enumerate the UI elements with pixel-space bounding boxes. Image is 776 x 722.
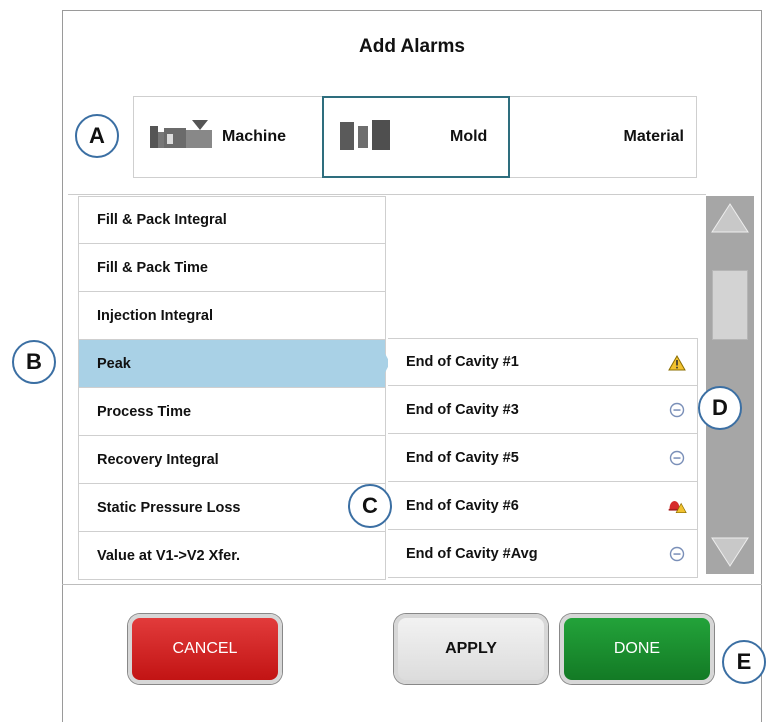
location-row[interactable]: End of Cavity #1 [388,338,698,386]
location-row[interactable]: End of Cavity #Avg [388,530,698,578]
sensor-row-label: Peak [97,355,131,372]
scroll-thumb[interactable] [712,270,748,340]
location-label: End of Cavity #Avg [406,545,538,562]
location-row[interactable]: End of Cavity #3 [388,386,698,434]
scroll-down-icon[interactable] [708,532,752,572]
category-tabs: Machine Mold Material [133,96,697,178]
footer-divider [62,584,762,585]
sensor-row[interactable]: Fill & Pack Integral [78,196,386,244]
tab-mold[interactable]: Mold [322,96,510,178]
location-label: End of Cavity #5 [406,449,519,466]
sensor-row[interactable]: Static Pressure Loss [78,484,386,532]
location-list: End of Cavity #1 End of Cavity #3 End of… [388,338,698,578]
location-label: End of Cavity #6 [406,497,519,514]
callout-e: E [722,640,766,684]
location-label: End of Cavity #3 [406,401,519,418]
minus-circle-icon[interactable] [667,544,687,564]
minus-circle-icon[interactable] [667,448,687,468]
minus-circle-icon[interactable] [667,400,687,420]
tab-mold-label: Mold [450,128,488,145]
sensor-type-list: Fill & Pack Integral Fill & Pack Time In… [78,196,386,580]
sensor-row[interactable]: Injection Integral [78,292,386,340]
dialog-title: Add Alarms [359,36,465,57]
callout-c: C [348,484,392,528]
tab-machine[interactable]: Machine [134,97,322,177]
tab-material[interactable]: Material [510,97,696,177]
callout-b: B [12,340,56,384]
sensor-row[interactable]: Fill & Pack Time [78,244,386,292]
machine-icon [148,118,214,157]
warning-icon[interactable] [667,353,687,373]
sensor-row-label: Value at V1->V2 Xfer. [97,547,241,564]
location-label: End of Cavity #1 [406,354,519,370]
callout-a: A [75,114,119,158]
cancel-button[interactable]: CANCEL [128,614,282,684]
sensor-row-label: Fill & Pack Time [97,259,208,276]
sensor-row-label: Static Pressure Loss [97,499,241,516]
sensor-row[interactable]: Recovery Integral [78,436,386,484]
tab-material-label: Material [623,128,684,145]
location-row[interactable]: End of Cavity #5 [388,434,698,482]
sensor-row-selected[interactable]: Peak [78,340,386,388]
location-row[interactable]: End of Cavity #6 [388,482,698,530]
done-button[interactable]: DONE [560,614,714,684]
callout-d: D [698,386,742,430]
mold-icon [338,118,398,157]
sensor-row[interactable]: Value at V1->V2 Xfer. [78,532,386,580]
alarm-bell-warning-icon[interactable] [667,496,687,516]
apply-button[interactable]: APPLY [394,614,548,684]
tab-machine-label: Machine [222,128,287,145]
sensor-row-label: Recovery Integral [97,451,219,468]
sensor-row-label: Injection Integral [97,307,214,324]
sensor-row-label: Fill & Pack Integral [97,212,227,228]
scroll-up-icon[interactable] [708,198,752,238]
sensor-row-label: Process Time [97,403,192,420]
list-scrollbar[interactable] [706,196,754,574]
sensor-row[interactable]: Process Time [78,388,386,436]
